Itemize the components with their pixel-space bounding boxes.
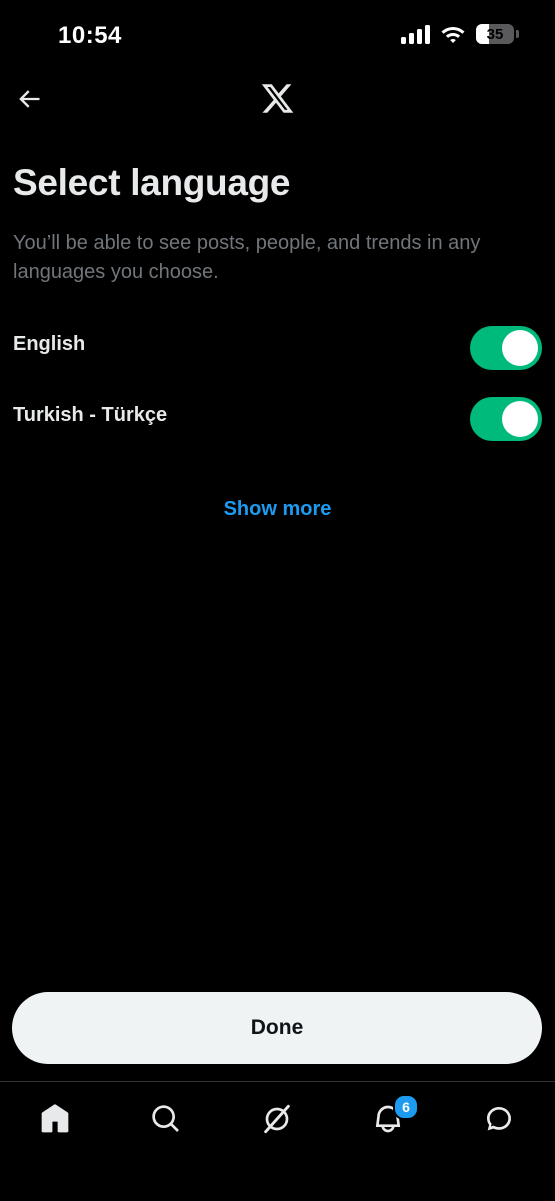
page-title: Select language	[13, 162, 291, 203]
nav-notifications[interactable]: 6	[366, 1094, 419, 1141]
toggle-knob	[502, 401, 538, 437]
show-more-link[interactable]: Show more	[0, 498, 555, 521]
x-logo-icon	[261, 84, 294, 113]
messages-icon	[487, 1107, 511, 1131]
page-description: You’ll be able to see posts, people, and…	[13, 232, 481, 283]
status-time: 10:54	[58, 22, 122, 49]
grok-icon	[264, 1104, 290, 1134]
toggle-knob	[502, 330, 538, 366]
english-toggle[interactable]	[470, 326, 542, 370]
turkish-toggle[interactable]	[470, 397, 542, 441]
language-label: English	[13, 333, 86, 355]
header	[0, 72, 555, 126]
cellular-signal-icon	[401, 25, 430, 44]
nav-home[interactable]	[33, 1097, 77, 1141]
language-label: Turkish - Türkçe	[13, 404, 168, 426]
notification-badge: 6	[393, 1094, 419, 1120]
battery-tip	[516, 30, 519, 38]
language-row-turkish: Turkish - Türkçe	[0, 391, 555, 447]
done-button[interactable]: Done	[12, 992, 542, 1064]
battery-icon: 35	[476, 24, 514, 44]
home-icon	[41, 1104, 69, 1133]
battery-level: 35	[486, 25, 504, 43]
search-icon	[152, 1105, 179, 1132]
language-row-english: English	[0, 320, 555, 376]
wifi-icon	[441, 27, 465, 43]
status-icons: 35	[400, 24, 519, 44]
nav-grok[interactable]	[255, 1097, 299, 1141]
bottom-nav: 6	[0, 1081, 555, 1201]
nav-messages[interactable]	[477, 1097, 521, 1141]
status-bar: 10:54 35	[0, 0, 555, 72]
arrow-left-icon	[19, 90, 40, 108]
nav-search[interactable]	[144, 1097, 188, 1141]
back-button[interactable]	[12, 82, 46, 116]
